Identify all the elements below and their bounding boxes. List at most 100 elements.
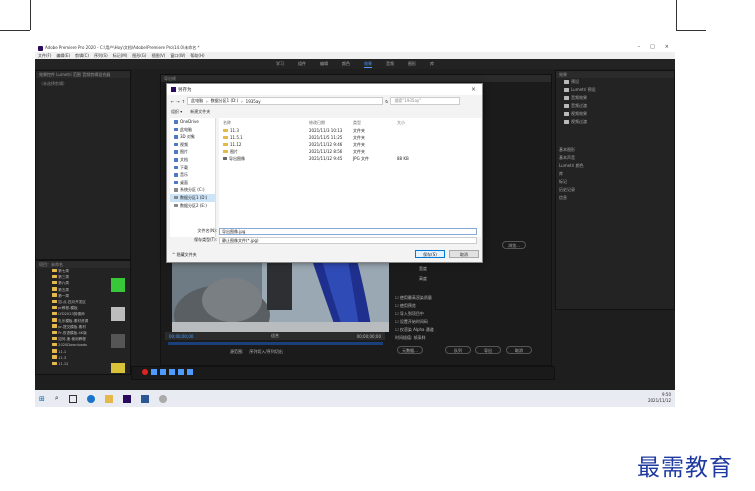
edge-browser-icon[interactable] (86, 394, 95, 403)
column-date[interactable]: 修改日期 (309, 118, 353, 127)
hide-folders-toggle[interactable]: ^ 隐藏文件夹 (172, 252, 197, 258)
file-row[interactable]: 11.12 2021/11/12 9:46 文件夹 (219, 141, 481, 148)
tab-editing[interactable]: 编辑 (320, 61, 328, 67)
option-render-alpha[interactable]: ☐ 仅渲染 Alpha 通道 (395, 326, 550, 334)
file-row[interactable]: 导出图像 2021/11/12 9:45 JPG 文件 88 KB (219, 155, 481, 162)
effects-item[interactable]: 视频效果 (556, 110, 674, 118)
effects-item[interactable]: 视频过渡 (556, 118, 674, 126)
export-button[interactable]: 导出 (475, 346, 501, 354)
nav-item-desktop[interactable]: 桌面 (170, 179, 215, 187)
nav-item-onedrive[interactable]: OneDrive (170, 118, 215, 126)
effects-item[interactable]: 预设 (556, 78, 674, 86)
source-range-dropdown[interactable]: 序列切入/序列切出 (249, 349, 282, 355)
file-row[interactable]: 11.3 2021/11/3 10:13 文件夹 (219, 127, 481, 134)
tab-learn[interactable]: 学习 (276, 61, 284, 67)
dialog-close-icon[interactable]: × (471, 86, 476, 93)
metadata-button[interactable]: 元数据... (397, 346, 423, 354)
minimize-button[interactable]: – (638, 44, 641, 50)
thumbnail-person[interactable] (111, 334, 125, 348)
tool-icon[interactable] (151, 369, 157, 375)
search-icon[interactable]: ⌕ (55, 394, 59, 403)
side-panel-item[interactable]: 基本声音 (556, 154, 674, 162)
windows-start-icon[interactable]: ⊞ (39, 395, 45, 403)
nav-item-downloads[interactable]: 下载 (170, 164, 215, 172)
fit-dropdown[interactable]: 适合 (271, 333, 279, 339)
file-explorer-icon[interactable] (104, 394, 113, 403)
address-bar[interactable]: 此电脑 › 数据分区1 (D:) › 1935ay (187, 97, 384, 105)
refresh-icon[interactable]: ↻ (385, 99, 388, 104)
filename-input[interactable]: 导出图像.jpg (219, 227, 477, 235)
tool-icon[interactable] (142, 369, 148, 375)
effects-item[interactable]: Lumetri 预设 (556, 86, 674, 94)
file-row[interactable]: 图片 2021/11/12 8:56 文件夹 (219, 148, 481, 155)
column-name[interactable]: 名称 (219, 118, 309, 127)
tab-assembly[interactable]: 组件 (298, 61, 306, 67)
save-button[interactable]: 保存(S) (415, 250, 445, 258)
side-panel-item[interactable]: 基本图形 (556, 146, 674, 154)
source-panel-tabs[interactable]: 效果控件 Lumetri 范围 音频剪辑混合器 (36, 71, 130, 78)
option-import-project[interactable]: ☐ 导入到项目中 (395, 310, 550, 318)
nav-item-videos[interactable]: 视频 (170, 141, 215, 149)
menu-view[interactable]: 视图(V) (151, 53, 165, 59)
nav-item-documents[interactable]: 文档 (170, 156, 215, 164)
menu-sequence[interactable]: 序列(S) (94, 53, 108, 59)
word-icon[interactable] (140, 394, 149, 403)
tab-color[interactable]: 颜色 (342, 61, 350, 67)
organize-button[interactable]: 组织 ▾ (171, 109, 182, 115)
maximize-button[interactable]: □ (650, 44, 655, 50)
side-panel-item[interactable]: Lumetri 颜色 (556, 162, 674, 170)
tool-icon[interactable] (160, 369, 166, 375)
side-panel-item[interactable]: 标记 (556, 178, 674, 186)
breadcrumb-folder[interactable]: 1935ay (246, 99, 261, 104)
file-row[interactable]: 11.5.1 2021/11/5 11:25 文件夹 (219, 134, 481, 141)
nav-item-music[interactable]: 音乐 (170, 171, 215, 179)
tool-icon[interactable] (178, 369, 184, 375)
thumbnail-clip[interactable] (111, 307, 125, 321)
nav-item-drive-e[interactable]: 数据分区2 (E:) (170, 202, 215, 210)
side-panel-item[interactable]: 历史记录 (556, 186, 674, 194)
menu-help[interactable]: 帮助(H) (190, 53, 204, 59)
column-size[interactable]: 大小 (397, 118, 437, 127)
option-max-render-quality[interactable]: ☐ 使用最高渲染质量 (395, 294, 550, 302)
column-type[interactable]: 类型 (353, 118, 397, 127)
forward-arrow-icon[interactable]: → (176, 99, 179, 104)
tab-graphics[interactable]: 图形 (408, 61, 416, 67)
cancel-button[interactable]: 取消 (449, 250, 479, 258)
time-interp-dropdown[interactable]: 帧采样 (414, 335, 426, 340)
tool-icon[interactable] (187, 369, 193, 375)
nav-item-3d[interactable]: 3D 对象 (170, 133, 215, 141)
playhead-scrubber[interactable] (168, 342, 383, 345)
new-folder-button[interactable]: 新建文件夹 (190, 109, 210, 115)
effects-item[interactable]: 音频效果 (556, 94, 674, 102)
menu-marker[interactable]: 标记(M) (113, 53, 128, 59)
option-use-previews[interactable]: ☐ 使用预览 (395, 302, 550, 310)
tab-libraries[interactable]: 库 (430, 61, 434, 67)
close-button[interactable]: × (665, 44, 669, 50)
breadcrumb-pc[interactable]: 此电脑 (191, 98, 203, 104)
thumbnail-green[interactable] (111, 278, 125, 292)
nav-item-this-pc[interactable]: 此电脑 (170, 126, 215, 134)
menu-file[interactable]: 文件(F) (38, 53, 51, 59)
thumbnail-yellow[interactable] (111, 363, 125, 373)
tool-icon[interactable] (169, 369, 175, 375)
back-arrow-icon[interactable]: ← (171, 99, 174, 104)
nav-item-pictures[interactable]: 图片 (170, 148, 215, 156)
premiere-taskbar-icon[interactable] (122, 394, 131, 403)
menu-window[interactable]: 窗口(W) (170, 53, 185, 59)
queue-button[interactable]: 队列 (445, 346, 471, 354)
browse-button[interactable]: 浏览... (502, 241, 526, 249)
side-panel-item[interactable]: 信息 (556, 194, 674, 202)
side-panel-item[interactable]: 库 (556, 170, 674, 178)
menu-clip[interactable]: 剪辑(C) (75, 53, 89, 59)
filetype-select[interactable]: 静止图像文件(*.jpg) (219, 236, 477, 244)
tab-audio[interactable]: 音频 (386, 61, 394, 67)
menu-graphics[interactable]: 图形(G) (132, 53, 146, 59)
search-box[interactable]: 搜索"1935ay" (390, 97, 461, 105)
up-arrow-icon[interactable]: ↑ (182, 99, 185, 104)
export-cancel-button[interactable]: 取消 (506, 346, 532, 354)
effects-item[interactable]: 音频过渡 (556, 102, 674, 110)
nav-item-drive-c[interactable]: 系统分区 (C:) (170, 186, 215, 194)
breadcrumb-drive[interactable]: 数据分区1 (D:) (211, 98, 238, 104)
nav-item-drive-d[interactable]: 数据分区1 (D:) (170, 193, 215, 202)
menu-edit[interactable]: 编辑(E) (56, 53, 70, 59)
